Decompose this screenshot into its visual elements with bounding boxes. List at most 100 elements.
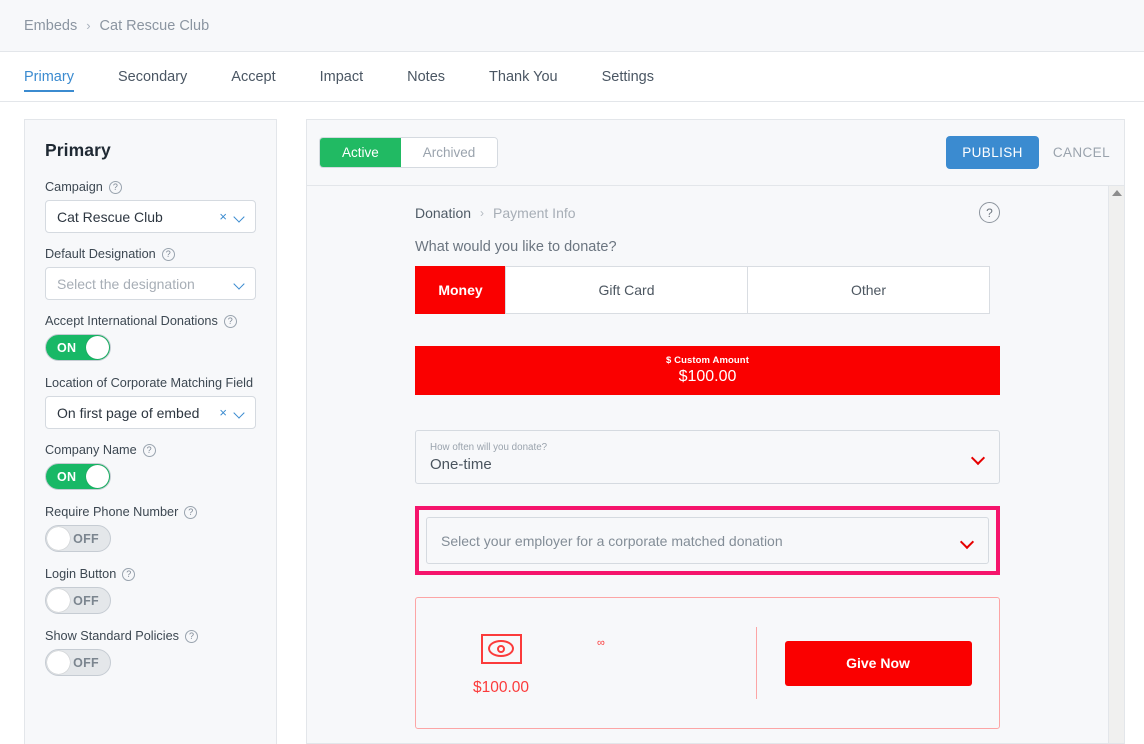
tab-thank-you-label: Thank You — [489, 68, 558, 85]
designation-select-value: Select the designation — [57, 275, 195, 292]
publish-button[interactable]: PUBLISH — [946, 136, 1039, 169]
embed-step-donation: Donation — [415, 204, 472, 221]
money-bill-oval — [488, 640, 515, 657]
toggle-knob — [86, 465, 109, 488]
breadcrumb-current: Cat Rescue Club — [99, 17, 210, 34]
tab-accept[interactable]: Accept — [231, 52, 275, 101]
preview-toolbar: Active Archived PUBLISH CANCEL — [306, 119, 1125, 186]
standard-policies-label: Show Standard Policies ? — [45, 629, 256, 643]
segment-active[interactable]: Active — [320, 138, 401, 167]
embed-step-payment-info: Payment Info — [493, 204, 576, 221]
help-icon[interactable]: ? — [161, 247, 175, 261]
donation-summary-card: $100.00 ∞ Give Now — [415, 597, 1000, 729]
donation-type-gift-card[interactable]: Gift Card — [505, 266, 748, 314]
standard-policies-label-text: Show Standard Policies — [45, 629, 179, 643]
toggle-login-button[interactable]: OFF — [45, 587, 111, 614]
money-bill-icon — [480, 633, 522, 664]
summary-amount: $100.00 — [473, 678, 530, 696]
segment-archived[interactable]: Archived — [400, 138, 498, 167]
designation-label-text: Default Designation — [45, 247, 156, 261]
breadcrumb-root[interactable]: Embeds — [24, 18, 77, 34]
settings-sidebar: Primary Campaign ? Cat Rescue Club × Def… — [24, 119, 277, 744]
custom-amount-caption: $ Custom Amount — [666, 355, 749, 366]
matching-location-label: Location of Corporate Matching Field — [45, 376, 256, 390]
page-body: Primary Campaign ? Cat Rescue Club × Def… — [0, 102, 1144, 744]
donation-type-money[interactable]: Money — [415, 266, 506, 314]
require-phone-label: Require Phone Number ? — [45, 505, 256, 519]
donation-type-question: What would you like to donate? — [415, 239, 617, 255]
help-icon[interactable]: ? — [108, 180, 122, 194]
cancel-button[interactable]: CANCEL — [1053, 145, 1110, 160]
help-circle-icon[interactable]: ? — [979, 202, 1000, 223]
field-standard-policies: Show Standard Policies ? OFF — [45, 629, 256, 676]
donation-embed-form: Donation › Payment Info ? What would you… — [415, 202, 1000, 743]
tab-primary-label: Primary — [24, 68, 74, 85]
help-icon[interactable]: ? — [185, 629, 198, 643]
toggle-knob — [86, 336, 109, 359]
toggle-standard-policies[interactable]: OFF — [45, 649, 111, 676]
frequency-value: One-time — [430, 455, 492, 473]
preview-scrollbar[interactable] — [1108, 186, 1124, 743]
company-name-label: Company Name ? — [45, 443, 256, 457]
give-now-button[interactable]: Give Now — [784, 640, 972, 686]
chevron-down-icon[interactable] — [235, 213, 246, 220]
campaign-select-value: Cat Rescue Club — [57, 208, 163, 225]
help-icon[interactable]: ? — [142, 443, 156, 457]
summary-amount-section: $100.00 ∞ — [416, 630, 756, 697]
tab-notes[interactable]: Notes — [407, 52, 445, 101]
field-campaign-label: Campaign ? — [45, 180, 256, 194]
field-designation-label: Default Designation ? — [45, 247, 256, 261]
help-icon[interactable]: ? — [122, 567, 136, 581]
toggle-state-label: OFF — [73, 593, 99, 608]
scroll-up-arrow-icon[interactable] — [1111, 190, 1122, 196]
tab-impact[interactable]: Impact — [320, 52, 364, 101]
require-phone-label-text: Require Phone Number — [45, 505, 179, 519]
employer-select[interactable]: Select your employer for a corporate mat… — [426, 517, 989, 564]
toggle-require-phone[interactable]: OFF — [45, 525, 111, 552]
toggle-accept-international[interactable]: ON — [45, 334, 111, 361]
tab-primary[interactable]: Primary — [24, 52, 74, 101]
main-panel: Active Archived PUBLISH CANCEL Donation … — [306, 119, 1125, 744]
field-login-button: Login Button ? OFF — [45, 567, 256, 614]
embed-step-separator-icon: › — [480, 205, 485, 220]
chevron-down-icon[interactable] — [235, 409, 246, 416]
clear-icon[interactable]: × — [219, 406, 227, 419]
status-segmented-control: Active Archived — [319, 137, 499, 168]
summary-money-block: $100.00 — [473, 633, 530, 697]
tab-notes-label: Notes — [407, 68, 446, 85]
toggle-state-label: ON — [57, 340, 77, 355]
toggle-state-label: OFF — [73, 655, 99, 670]
help-icon[interactable]: ? — [184, 505, 198, 519]
donation-type-group: Money Gift Card Other — [415, 266, 1000, 314]
login-button-label-text: Login Button — [45, 567, 117, 581]
chevron-down-icon[interactable] — [235, 280, 246, 287]
chevron-down-icon[interactable] — [962, 537, 974, 545]
donation-type-other[interactable]: Other — [747, 266, 990, 314]
designation-select[interactable]: Select the designation — [45, 267, 256, 300]
toggle-state-label: OFF — [73, 531, 99, 546]
tab-impact-label: Impact — [319, 68, 364, 85]
campaign-select[interactable]: Cat Rescue Club × — [45, 200, 256, 233]
tab-settings[interactable]: Settings — [602, 52, 654, 101]
employer-select-highlight: Select your employer for a corporate mat… — [415, 506, 1000, 575]
breadcrumb-separator-icon: › — [86, 18, 91, 33]
matching-location-select[interactable]: On first page of embed × — [45, 396, 256, 429]
chevron-down-icon[interactable] — [973, 453, 985, 461]
toggle-knob — [47, 527, 70, 550]
donation-frequency-select[interactable]: How often will you donate? One-time — [415, 430, 1000, 484]
login-button-label: Login Button ? — [45, 567, 256, 581]
employer-placeholder: Select your employer for a corporate mat… — [441, 532, 783, 549]
toggle-company-name[interactable]: ON — [45, 463, 111, 490]
tab-secondary-label: Secondary — [117, 68, 188, 85]
tab-secondary[interactable]: Secondary — [118, 52, 187, 101]
clear-icon[interactable]: × — [219, 210, 227, 223]
tab-accept-label: Accept — [231, 68, 276, 85]
accept-international-label-text: Accept International Donations — [45, 314, 218, 328]
custom-amount-banner[interactable]: $ Custom Amount $100.00 — [415, 346, 1000, 395]
infinity-icon: ∞ — [597, 636, 605, 649]
tab-thank-you[interactable]: Thank You — [489, 52, 558, 101]
campaign-label-text: Campaign — [45, 180, 103, 194]
toggle-knob — [47, 589, 70, 612]
help-icon[interactable]: ? — [223, 314, 237, 328]
matching-location-value: On first page of embed — [57, 404, 200, 421]
